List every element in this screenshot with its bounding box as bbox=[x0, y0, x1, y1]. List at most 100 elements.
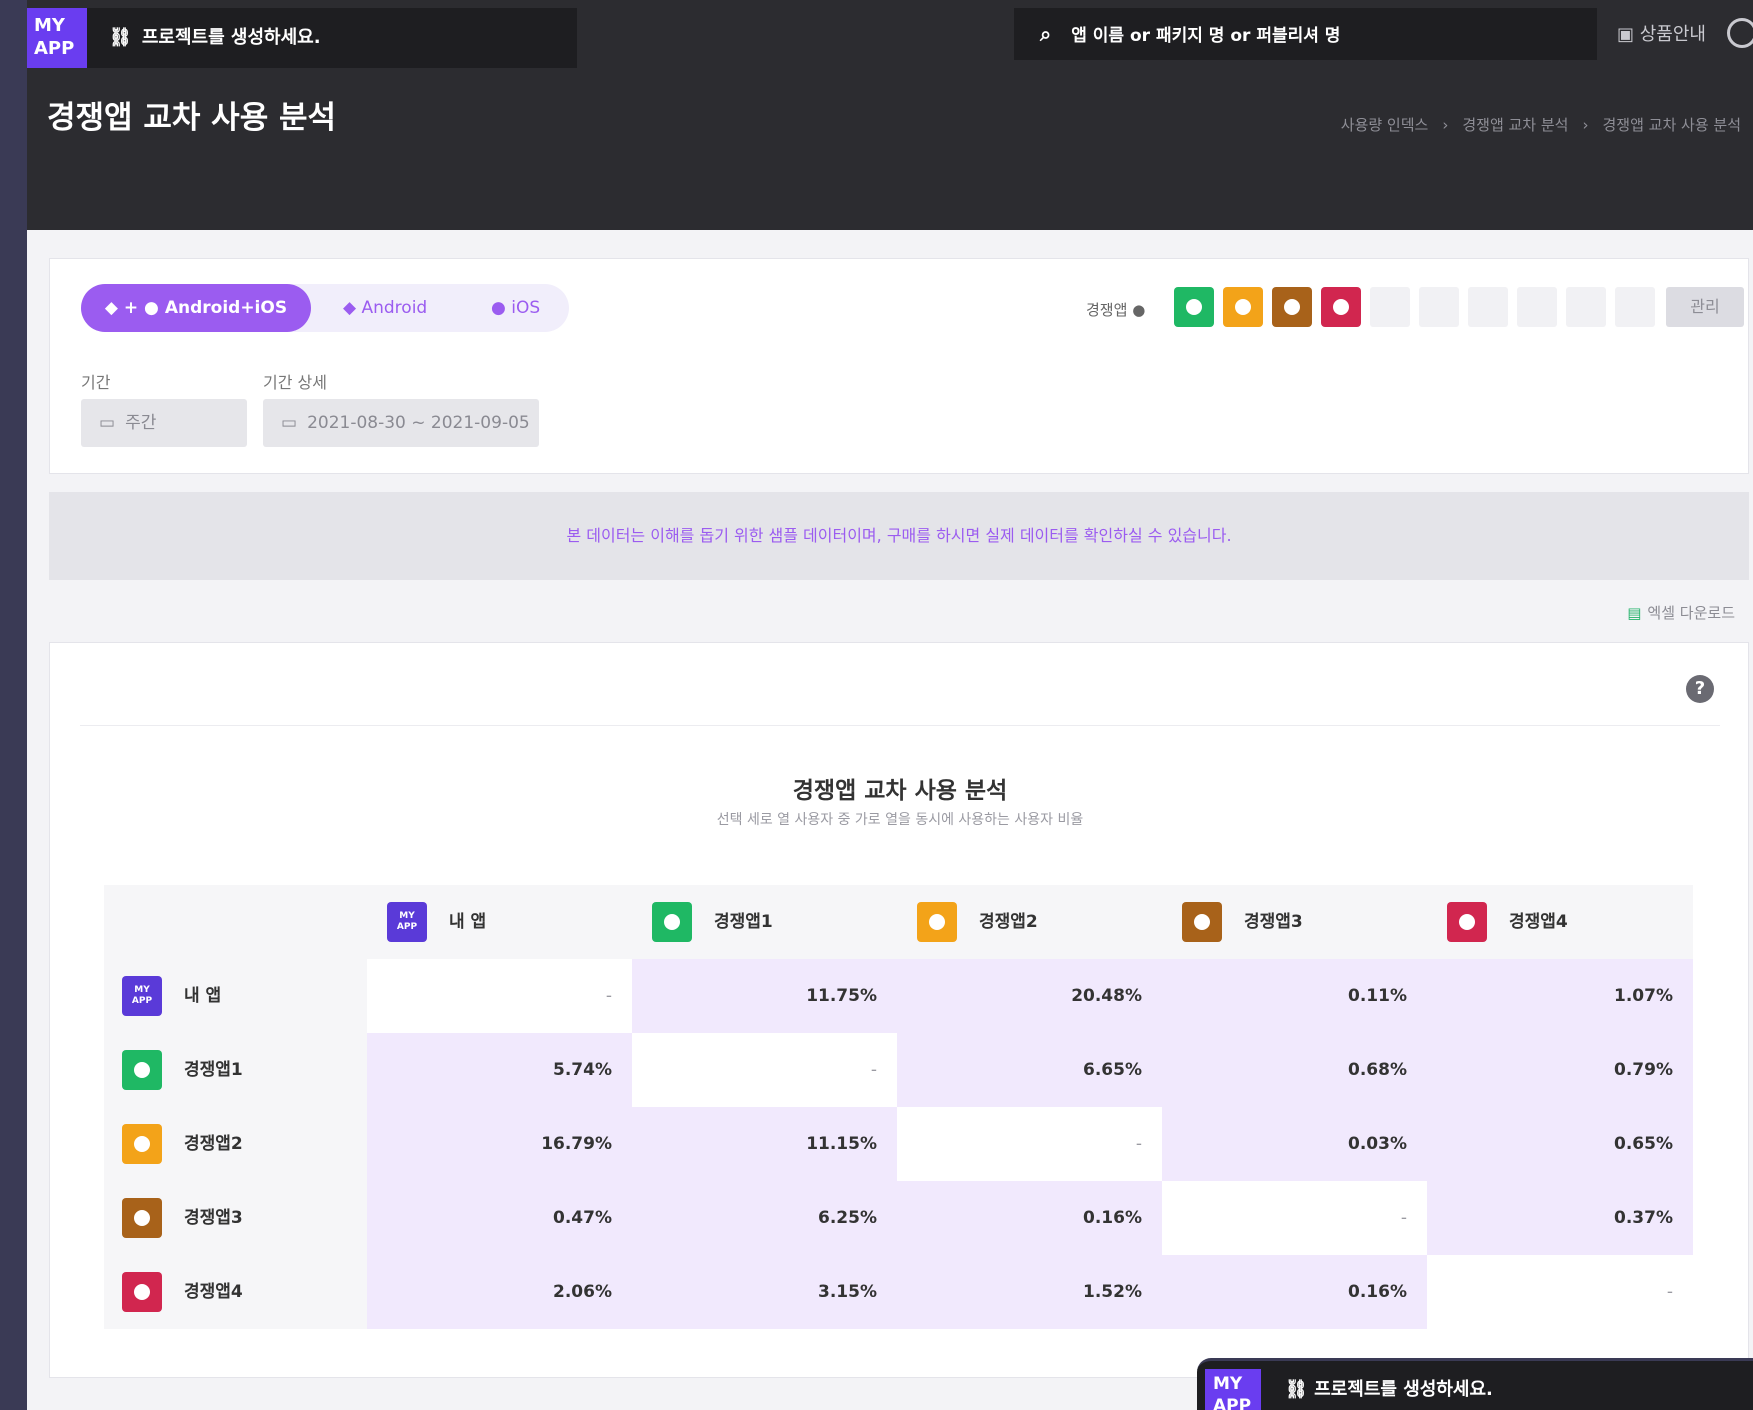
table-row: 경쟁앱3 0.47% 6.25% 0.16% - 0.37% bbox=[104, 1181, 1693, 1255]
platform-toggle: ◆ + ● Android+iOS ◆ Android ● iOS bbox=[81, 284, 569, 332]
row-header-label: 경쟁앱4 bbox=[184, 1282, 243, 1302]
competitor3-icon bbox=[122, 1198, 162, 1238]
platform-android-button[interactable]: ◆ Android bbox=[343, 284, 427, 332]
column-header-label: 경쟁앱1 bbox=[714, 912, 773, 932]
empty-slot[interactable] bbox=[1517, 287, 1557, 327]
competitor1-badge[interactable] bbox=[1174, 287, 1214, 327]
sample-data-notice: 본 데이터는 이해를 돕기 위한 샘플 데이터이며, 구매를 하시면 실제 데이… bbox=[49, 492, 1749, 580]
table-row: 경쟁앱2 16.79% 11.15% - 0.03% 0.65% bbox=[104, 1107, 1693, 1181]
row-header: 경쟁앱3 bbox=[104, 1181, 367, 1255]
row-header: MY APP 내 앱 bbox=[104, 959, 367, 1033]
table-cell: 6.65% bbox=[897, 1033, 1162, 1107]
table-row: 경쟁앱4 2.06% 3.15% 1.52% 0.16% - bbox=[104, 1255, 1693, 1329]
empty-slot[interactable] bbox=[1566, 287, 1606, 327]
floating-project-prompt: ⛓ 프로젝트를 생성하세요. bbox=[1285, 1375, 1493, 1401]
period-detail-value: 2021-08-30 ~ 2021-09-05 bbox=[307, 413, 530, 433]
period-label: 기간 bbox=[81, 373, 111, 392]
column-header: MY APP 내 앱 bbox=[367, 885, 632, 959]
product-info-link[interactable]: ▣ 상품안내 bbox=[1617, 20, 1706, 46]
analysis-panel: ? 경쟁앱 교차 사용 분석 선택 세로 열 사용자 중 가로 열을 동시에 사… bbox=[49, 642, 1749, 1378]
row-header-label: 내 앱 bbox=[184, 986, 222, 1006]
row-header: 경쟁앱4 bbox=[104, 1255, 367, 1329]
table-cell: 3.15% bbox=[632, 1255, 897, 1329]
user-icon[interactable] bbox=[1727, 18, 1753, 48]
search-bar[interactable]: ⌕ 앱 이름 or 패키지 명 or 퍼블리셔 명 bbox=[1014, 8, 1597, 60]
info-icon[interactable]: ● bbox=[1132, 301, 1145, 319]
logo-line2: APP bbox=[34, 38, 75, 59]
floating-project-bar[interactable]: MY APP ⛓ 프로젝트를 생성하세요. bbox=[1197, 1358, 1753, 1410]
calendar-icon: ▭ bbox=[99, 413, 116, 433]
table-cell: - bbox=[897, 1107, 1162, 1181]
breadcrumb-item[interactable]: 경쟁앱 교차 분석 bbox=[1462, 116, 1568, 134]
competitor4-icon bbox=[122, 1272, 162, 1312]
filter-panel: ◆ + ● Android+iOS ◆ Android ● iOS 기간 기간 … bbox=[49, 258, 1749, 474]
manage-button[interactable]: 관리 bbox=[1666, 287, 1744, 327]
competitor3-badge[interactable] bbox=[1272, 287, 1312, 327]
table-cell: 1.07% bbox=[1427, 959, 1693, 1033]
platform-android-label: Android bbox=[361, 298, 428, 318]
project-selector[interactable]: ⛓ 프로젝트를 생성하세요. bbox=[87, 8, 577, 68]
table-cell: 2.06% bbox=[367, 1255, 632, 1329]
excel-download-button[interactable]: ▤ 엑셀 다운로드 bbox=[1627, 602, 1735, 623]
column-header: 경쟁앱2 bbox=[897, 885, 1162, 959]
app-logo[interactable]: MY APP bbox=[27, 8, 87, 68]
top-bar: MY APP ⛓ 프로젝트를 생성하세요. ⌕ 앱 이름 or 패키지 명 or 퍼… bbox=[27, 0, 1753, 72]
table-cell: 0.03% bbox=[1162, 1107, 1427, 1181]
table-cell: 11.75% bbox=[632, 959, 897, 1033]
empty-slot[interactable] bbox=[1419, 287, 1459, 327]
competitor1-icon bbox=[122, 1050, 162, 1090]
competitor3-icon bbox=[1182, 902, 1222, 942]
breadcrumb-item[interactable]: 사용량 인덱스 bbox=[1341, 116, 1429, 134]
table-cell: 0.16% bbox=[897, 1181, 1162, 1255]
floating-logo[interactable]: MY APP bbox=[1205, 1369, 1261, 1410]
competitor4-badge[interactable] bbox=[1321, 287, 1361, 327]
column-header: 경쟁앱1 bbox=[632, 885, 897, 959]
platform-all-button[interactable]: ◆ + ● Android+iOS bbox=[81, 284, 311, 332]
competitor2-badge[interactable] bbox=[1223, 287, 1263, 327]
platform-ios-label: iOS bbox=[511, 298, 541, 318]
column-header-label: 경쟁앱4 bbox=[1509, 912, 1568, 932]
table-cell: 0.11% bbox=[1162, 959, 1427, 1033]
competitor-label: 경쟁앱 ● bbox=[1086, 299, 1145, 320]
table-cell: 6.25% bbox=[632, 1181, 897, 1255]
table-cell: 1.52% bbox=[897, 1255, 1162, 1329]
period-detail-label: 기간 상세 bbox=[263, 373, 327, 392]
corner-cell bbox=[104, 885, 367, 959]
empty-slot[interactable] bbox=[1615, 287, 1655, 327]
table-cell: 0.79% bbox=[1427, 1033, 1693, 1107]
platform-all-label: Android+iOS bbox=[164, 298, 288, 318]
column-header-label: 내 앱 bbox=[449, 912, 487, 932]
period-detail-field[interactable]: ▭ 2021-08-30 ~ 2021-09-05 bbox=[263, 399, 539, 447]
help-icon[interactable]: ? bbox=[1686, 675, 1714, 703]
excel-icon: ▤ bbox=[1627, 604, 1642, 622]
competitor-label-text: 경쟁앱 bbox=[1086, 301, 1128, 319]
empty-slot[interactable] bbox=[1468, 287, 1508, 327]
table-cell: - bbox=[1162, 1181, 1427, 1255]
period-select[interactable]: ▭ 주간 bbox=[81, 399, 247, 447]
table-cell: - bbox=[367, 959, 632, 1033]
box-icon: ▣ bbox=[1617, 24, 1635, 45]
platform-ios-button[interactable]: ● iOS bbox=[491, 284, 540, 332]
logo-line1: MY bbox=[34, 15, 65, 36]
product-info-label: 상품안내 bbox=[1639, 24, 1706, 45]
search-icon: ⌕ bbox=[1040, 22, 1052, 46]
link-icon: ⛓ bbox=[1285, 1379, 1308, 1400]
row-header: 경쟁앱2 bbox=[104, 1107, 367, 1181]
cross-usage-table: MY APP 내 앱 경쟁앱1 경쟁앱2 경쟁앱3 경쟁앱4 MY APP 내 앱 - … bbox=[104, 885, 1693, 1329]
table-row: MY APP 내 앱 - 11.75% 20.48% 0.11% 1.07% bbox=[104, 959, 1693, 1033]
breadcrumb-item[interactable]: 경쟁앱 교차 사용 분석 bbox=[1602, 116, 1741, 134]
table-row: 경쟁앱1 5.74% - 6.65% 0.68% 0.79% bbox=[104, 1033, 1693, 1107]
floating-logo-line2: APP bbox=[1213, 1396, 1252, 1410]
table-cell: 0.16% bbox=[1162, 1255, 1427, 1329]
project-prompt: 프로젝트를 생성하세요. bbox=[141, 27, 321, 48]
column-header-label: 경쟁앱2 bbox=[979, 912, 1038, 932]
search-placeholder: 앱 이름 or 패키지 명 or 퍼블리셔 명 bbox=[1071, 26, 1341, 46]
link-icon: ⛓ bbox=[109, 27, 132, 48]
competitor1-icon bbox=[652, 902, 692, 942]
row-header: 경쟁앱1 bbox=[104, 1033, 367, 1107]
empty-slot[interactable] bbox=[1370, 287, 1410, 327]
breadcrumb: 사용량 인덱스 › 경쟁앱 교차 분석 › 경쟁앱 교차 사용 분석 bbox=[1341, 114, 1741, 135]
competitor4-icon bbox=[1447, 902, 1487, 942]
page-title: 경쟁앱 교차 사용 분석 bbox=[47, 100, 337, 136]
app-frame: MY APP ⛓ 프로젝트를 생성하세요. ⌕ 앱 이름 or 패키지 명 or 퍼… bbox=[27, 0, 1753, 1410]
